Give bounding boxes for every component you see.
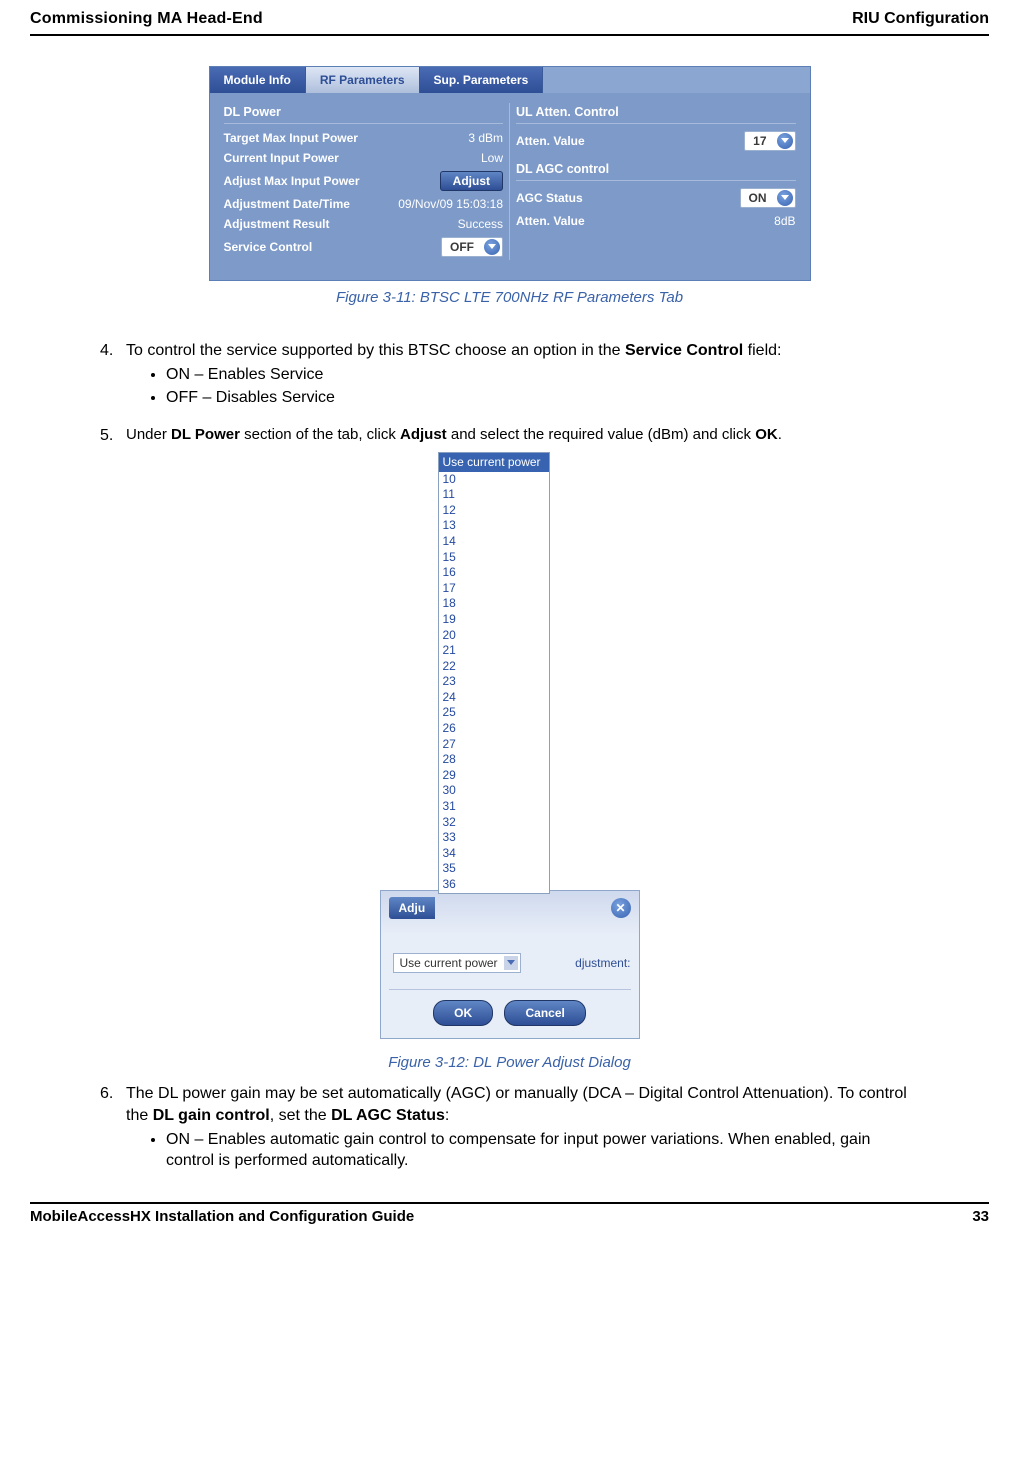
figure1-caption: Figure 3-11: BTSC LTE 700NHz RF Paramete… bbox=[100, 289, 919, 306]
chevron-down-icon bbox=[504, 956, 518, 970]
footer-rule bbox=[30, 1202, 989, 1204]
agc-status-dropdown[interactable]: ON bbox=[740, 188, 796, 208]
dbm-list-item[interactable]: 16 bbox=[439, 565, 549, 581]
header-left: Commissioning MA Head-End bbox=[30, 10, 263, 28]
agc-status-value: ON bbox=[749, 191, 767, 205]
ul-atten-title: UL Atten. Control bbox=[516, 103, 796, 124]
page-header: Commissioning MA Head-End RIU Configurat… bbox=[30, 10, 989, 32]
dbm-list-item[interactable]: 27 bbox=[439, 737, 549, 753]
dbm-list-item[interactable]: 34 bbox=[439, 846, 549, 862]
adjust-dialog: Adju ✕ djustment: Use current power OK C… bbox=[380, 890, 640, 1040]
dbm-list-item[interactable]: 24 bbox=[439, 690, 549, 706]
adj-result-label: Adjustment Result bbox=[224, 217, 374, 231]
target-max-label: Target Max Input Power bbox=[224, 131, 374, 145]
agc-atten-value: 8dB bbox=[666, 214, 796, 228]
service-control-label: Service Control bbox=[224, 240, 374, 254]
step5-num: 5. bbox=[100, 425, 126, 447]
dbm-list-item[interactable]: 14 bbox=[439, 534, 549, 550]
footer-right: 33 bbox=[972, 1208, 989, 1225]
dbm-list-item[interactable]: 35 bbox=[439, 861, 549, 877]
step4-bullet-off: OFF – Disables Service bbox=[166, 387, 919, 409]
cancel-button[interactable]: Cancel bbox=[504, 1000, 585, 1026]
dialog-divider bbox=[389, 989, 631, 990]
adj-datetime-label: Adjustment Date/Time bbox=[224, 197, 374, 211]
adjust-dialog-screenshot: Use current power 1011121314151617181920… bbox=[380, 452, 640, 1039]
chevron-down-icon bbox=[777, 133, 793, 149]
adj-datetime-value: 09/Nov/09 15:03:18 bbox=[373, 197, 503, 211]
dbm-list-item[interactable]: 15 bbox=[439, 550, 549, 566]
step6-num: 6. bbox=[100, 1083, 126, 1181]
footer-left: MobileAccessHX Installation and Configur… bbox=[30, 1208, 414, 1225]
dbm-list-top[interactable]: Use current power bbox=[439, 453, 549, 471]
dl-agc-title: DL AGC control bbox=[516, 160, 796, 181]
dbm-list-item[interactable]: 33 bbox=[439, 830, 549, 846]
ok-button[interactable]: OK bbox=[433, 1000, 493, 1026]
dbm-list-item[interactable]: 25 bbox=[439, 705, 549, 721]
adjust-button[interactable]: Adjust bbox=[440, 171, 503, 191]
agc-status-label: AGC Status bbox=[516, 191, 666, 205]
dbm-list-item[interactable]: 19 bbox=[439, 612, 549, 628]
chevron-down-icon bbox=[777, 190, 793, 206]
dbm-list-item[interactable]: 17 bbox=[439, 581, 549, 597]
dbm-list-item[interactable]: 10 bbox=[439, 472, 549, 488]
adj-result-value: Success bbox=[373, 217, 503, 231]
tab-module-info[interactable]: Module Info bbox=[210, 67, 306, 93]
body-text: 4. To control the service supported by t… bbox=[100, 340, 919, 1182]
step4-num: 4. bbox=[100, 340, 126, 419]
current-input-value: Low bbox=[373, 151, 503, 165]
rf-parameters-screenshot: Module Info RF Parameters Sup. Parameter… bbox=[209, 66, 811, 281]
service-control-dropdown[interactable]: OFF bbox=[441, 237, 503, 257]
dbm-list-item[interactable]: 23 bbox=[439, 674, 549, 690]
ul-atten-dropdown[interactable]: 17 bbox=[744, 131, 795, 151]
dbm-list-item[interactable]: 30 bbox=[439, 783, 549, 799]
dbm-list-item[interactable]: 31 bbox=[439, 799, 549, 815]
adjust-dialog-title: Adju bbox=[389, 897, 436, 919]
close-icon[interactable]: ✕ bbox=[611, 898, 631, 918]
step4-bullet-on: ON – Enables Service bbox=[166, 364, 919, 386]
dbm-list-item[interactable]: 11 bbox=[439, 487, 549, 503]
header-rule bbox=[30, 34, 989, 36]
dbm-list-item[interactable]: 22 bbox=[439, 659, 549, 675]
tab-rf-parameters[interactable]: RF Parameters bbox=[306, 67, 420, 93]
agc-atten-label: Atten. Value bbox=[516, 214, 666, 228]
tab-sup-parameters[interactable]: Sup. Parameters bbox=[420, 67, 544, 93]
dbm-list-item[interactable]: 26 bbox=[439, 721, 549, 737]
adjust-select[interactable]: Use current power bbox=[393, 953, 521, 973]
dbm-list-item[interactable]: 32 bbox=[439, 815, 549, 831]
dbm-listbox[interactable]: Use current power 1011121314151617181920… bbox=[438, 452, 550, 893]
page-footer: MobileAccessHX Installation and Configur… bbox=[30, 1208, 989, 1225]
service-control-value: OFF bbox=[450, 240, 474, 254]
chevron-down-icon bbox=[484, 239, 500, 255]
dbm-list-item[interactable]: 12 bbox=[439, 503, 549, 519]
figure2-caption: Figure 3-12: DL Power Adjust Dialog bbox=[100, 1053, 919, 1073]
dbm-list-item[interactable]: 20 bbox=[439, 628, 549, 644]
dbm-list-item[interactable]: 28 bbox=[439, 752, 549, 768]
dl-power-title: DL Power bbox=[224, 103, 504, 124]
adjust-max-label: Adjust Max Input Power bbox=[224, 174, 374, 188]
step6-bullet-on: ON – Enables automatic gain control to c… bbox=[166, 1129, 919, 1172]
ul-atten-value: 17 bbox=[753, 134, 766, 148]
dbm-list-item[interactable]: 18 bbox=[439, 596, 549, 612]
adjustment-label-fragment: djustment: bbox=[575, 955, 630, 971]
current-input-label: Current Input Power bbox=[224, 151, 374, 165]
dbm-list-item[interactable]: 21 bbox=[439, 643, 549, 659]
dbm-list-item[interactable]: 13 bbox=[439, 518, 549, 534]
target-max-value: 3 dBm bbox=[373, 131, 503, 145]
dbm-list-item[interactable]: 36 bbox=[439, 877, 549, 893]
ul-atten-label: Atten. Value bbox=[516, 134, 666, 148]
tab-bar: Module Info RF Parameters Sup. Parameter… bbox=[210, 67, 810, 93]
dbm-list-item[interactable]: 29 bbox=[439, 768, 549, 784]
header-right: RIU Configuration bbox=[852, 10, 989, 28]
